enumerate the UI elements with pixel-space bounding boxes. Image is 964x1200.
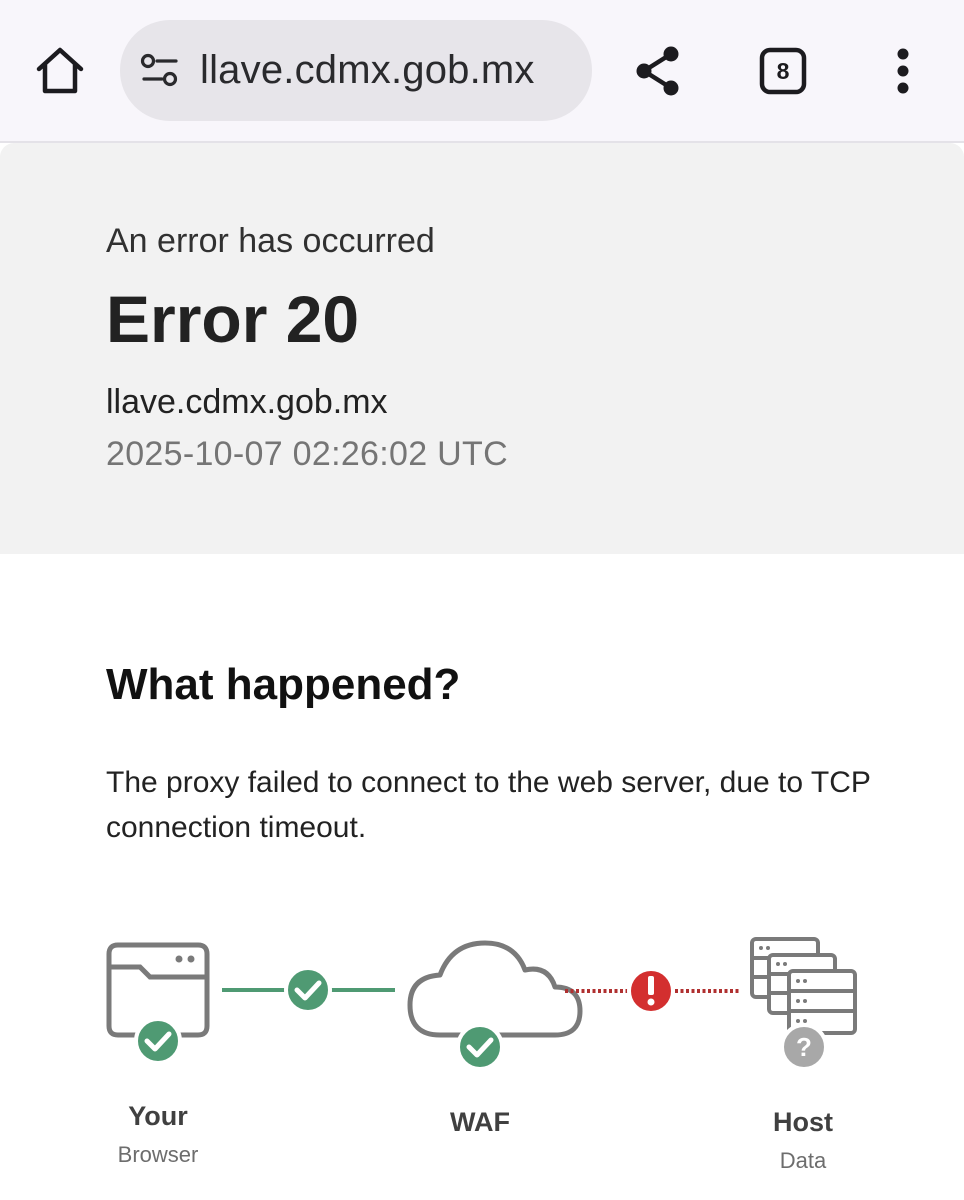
what-happened-heading: What happened? [106,660,461,709]
tab-count: 8 [776,57,790,84]
share-button[interactable] [623,36,693,106]
error-exclamation-icon [627,967,675,1015]
share-icon [636,46,679,96]
host-unknown-question-icon: ? [780,1023,828,1071]
cloud-icon [407,940,583,1038]
home-icon [36,47,84,94]
node-browser-sublabel: Browser [117,1142,199,1167]
error-host: llave.cdmx.gob.mx [106,383,388,421]
more-menu-icon [897,48,909,94]
error-header-panel: An error has occurred Error 20 llave.cdm… [0,143,964,554]
error-timestamp: 2025-10-07 02:26:02 UTC [106,435,508,473]
waf-status-check-icon [456,1023,504,1071]
error-subtitle: An error has occurred [106,222,435,260]
site-settings-icon[interactable] [140,53,180,89]
svg-text:?: ? [796,1032,812,1062]
browser-toolbar: llave.cdmx.gob.mx 8 [0,0,964,143]
more-menu-button[interactable] [868,36,938,106]
url-text[interactable]: llave.cdmx.gob.mx [200,46,535,94]
browser-status-check-icon [134,1017,182,1065]
node-host-sublabel: Data [779,1148,827,1173]
error-title: Error 20 [106,282,360,356]
node-host-label: Host [773,1107,833,1137]
node-browser-label: Your [128,1101,188,1131]
address-bar[interactable]: llave.cdmx.gob.mx [120,20,592,121]
what-happened-description: The proxy failed to connect to the web s… [106,766,871,844]
connection-diagram: ? Your Browser WAF Host Data [0,925,964,1200]
home-button[interactable] [25,36,95,106]
link-ok-check-icon [284,966,332,1014]
server-stack-icon [750,937,857,1035]
tab-switcher-button[interactable]: 8 [748,36,818,106]
node-waf-label: WAF [450,1107,510,1137]
